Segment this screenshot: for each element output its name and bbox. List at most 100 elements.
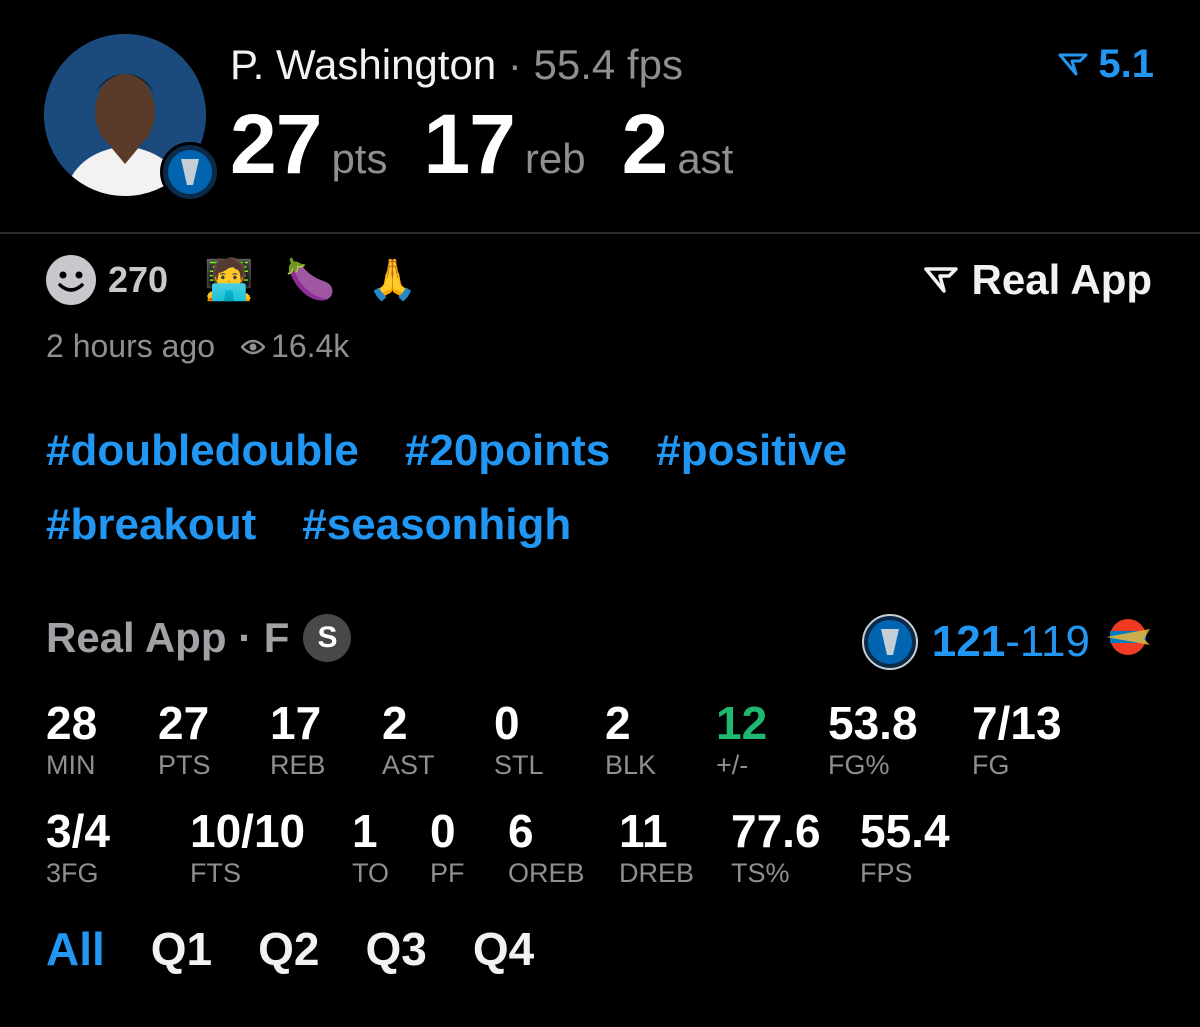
stat-value: 12 [716, 697, 768, 749]
stat-label: TS% [731, 858, 790, 888]
stat-label: DREB [619, 858, 695, 888]
post-time: 2 hours ago [46, 328, 216, 364]
assists-value: 2 [621, 97, 669, 191]
box-score-header: Real App · F S [46, 614, 352, 662]
stat-label: MIN [46, 750, 96, 780]
stat-stl: 0 STL [494, 698, 544, 782]
assists-unit: ast [677, 135, 734, 182]
stat-dreb: 11 DREB [619, 806, 694, 890]
view-count: 16.4k [241, 328, 349, 365]
stat-fps: 55.4 FPS [860, 806, 950, 890]
stat-reb: 17 REB [270, 698, 326, 782]
smiley-icon[interactable] [46, 255, 96, 305]
stat-label: FG [972, 750, 1010, 780]
stat-label: FTS [190, 858, 241, 888]
hashtag[interactable]: #20points [405, 426, 610, 476]
stat-label: AST [382, 750, 435, 780]
stat-label: REB [270, 750, 326, 780]
reaction-emoji-2[interactable]: 🍆 [286, 255, 336, 305]
stat-value: 17 [270, 697, 322, 749]
hashtag[interactable]: #seasonhigh [302, 500, 571, 550]
starter-badge: S [303, 614, 352, 662]
headline-stats: 27 pts 17 reb 2 ast [230, 96, 769, 193]
stat-value: 11 [619, 805, 668, 857]
quarter-tabs: All Q1 Q2 Q3 Q4 [46, 922, 534, 976]
real-app-logo-icon [923, 267, 958, 293]
stat-value: 27 [158, 697, 210, 749]
reactions-row: 270 🧑‍💻 🍆 🙏 [46, 254, 450, 306]
tab-q3[interactable]: Q3 [366, 922, 427, 976]
stat-ts-pct: 77.6 TS% [731, 806, 821, 890]
rating-value: 5.1 [1098, 42, 1154, 86]
stat-pts: 27 PTS [158, 698, 211, 782]
post-meta: 2 hours ago 16.4k [46, 328, 349, 365]
game-score[interactable]: 121-119 [861, 614, 1152, 670]
stat-value: 10/10 [190, 805, 306, 857]
tab-q4[interactable]: Q4 [473, 922, 534, 976]
tab-q2[interactable]: Q2 [258, 922, 319, 976]
player-name-line: P. Washington · 55.4 fps [230, 40, 683, 90]
home-score: 121 [931, 617, 1006, 666]
stat-label: OREB [508, 858, 585, 888]
reaction-emoji-1[interactable]: 🧑‍💻 [204, 255, 254, 305]
stat-fg-pct: 53.8 FG% [828, 698, 918, 782]
stat-fg: 7/13 FG [972, 698, 1062, 782]
separator-dot: · [507, 41, 534, 88]
mavericks-logo [861, 614, 918, 670]
thunder-logo [1104, 617, 1152, 668]
stat-value: 2 [605, 697, 631, 749]
rating-score[interactable]: 5.1 [1058, 42, 1154, 87]
player-name[interactable]: P. Washington [230, 41, 496, 88]
score-separator: - [1005, 617, 1020, 666]
brand-link[interactable]: Real App [923, 256, 1152, 304]
tab-q1[interactable]: Q1 [151, 922, 212, 976]
stat-label: FPS [860, 858, 913, 888]
hashtag[interactable]: #doubledouble [46, 426, 359, 476]
stat-label: PF [430, 858, 465, 888]
rebounds-unit: reb [524, 135, 586, 182]
stat-oreb: 6 OREB [508, 806, 585, 890]
rebounds-value: 17 [423, 97, 515, 191]
stat-label: +/- [716, 750, 749, 780]
points-unit: pts [331, 135, 388, 182]
stat-value: 3/4 [46, 805, 110, 857]
stat-value: 6 [508, 805, 534, 857]
stat-value: 55.4 [860, 805, 950, 857]
stat-pf: 0 PF [430, 806, 465, 890]
stat-ast: 2 AST [382, 698, 435, 782]
stat-value: 28 [46, 697, 98, 749]
stat-label: FG% [828, 750, 890, 780]
view-count-value: 16.4k [271, 328, 350, 364]
brand-name: Real App [971, 256, 1152, 303]
stat-value: 0 [494, 697, 520, 749]
stat-value: 7/13 [972, 697, 1062, 749]
header-divider [0, 232, 1200, 234]
tab-all[interactable]: All [46, 922, 105, 976]
stat-fts: 10/10 FTS [190, 806, 305, 890]
hashtag-row-1: #doubledouble #20points #positive [46, 426, 1146, 476]
box-score-source: Real App · F [46, 614, 290, 661]
mavericks-logo [160, 142, 220, 202]
stat-value: 77.6 [731, 805, 821, 857]
stat-label: PTS [158, 750, 211, 780]
hashtag-row-2: #breakout #seasonhigh [46, 500, 1146, 550]
real-app-logo-icon [1058, 53, 1088, 75]
stat-value: 1 [352, 805, 378, 857]
stat-blk: 2 BLK [605, 698, 656, 782]
reaction-count[interactable]: 270 [108, 259, 168, 301]
stat-label: STL [494, 750, 544, 780]
stat-to: 1 TO [352, 806, 389, 890]
stat-label: 3FG [46, 858, 99, 888]
stat-value: 2 [382, 697, 408, 749]
stat-plus-minus: 12 +/- [716, 698, 767, 782]
points-value: 27 [230, 97, 322, 191]
reaction-emoji-3[interactable]: 🙏 [368, 255, 418, 305]
stat-value: 0 [430, 805, 456, 857]
stat-label: TO [352, 858, 390, 888]
eye-icon [241, 339, 266, 354]
hashtag[interactable]: #breakout [46, 500, 256, 550]
stat-min: 28 MIN [46, 698, 97, 782]
hashtag[interactable]: #positive [656, 426, 847, 476]
stat-label: BLK [605, 750, 657, 780]
stat-value: 53.8 [828, 697, 918, 749]
